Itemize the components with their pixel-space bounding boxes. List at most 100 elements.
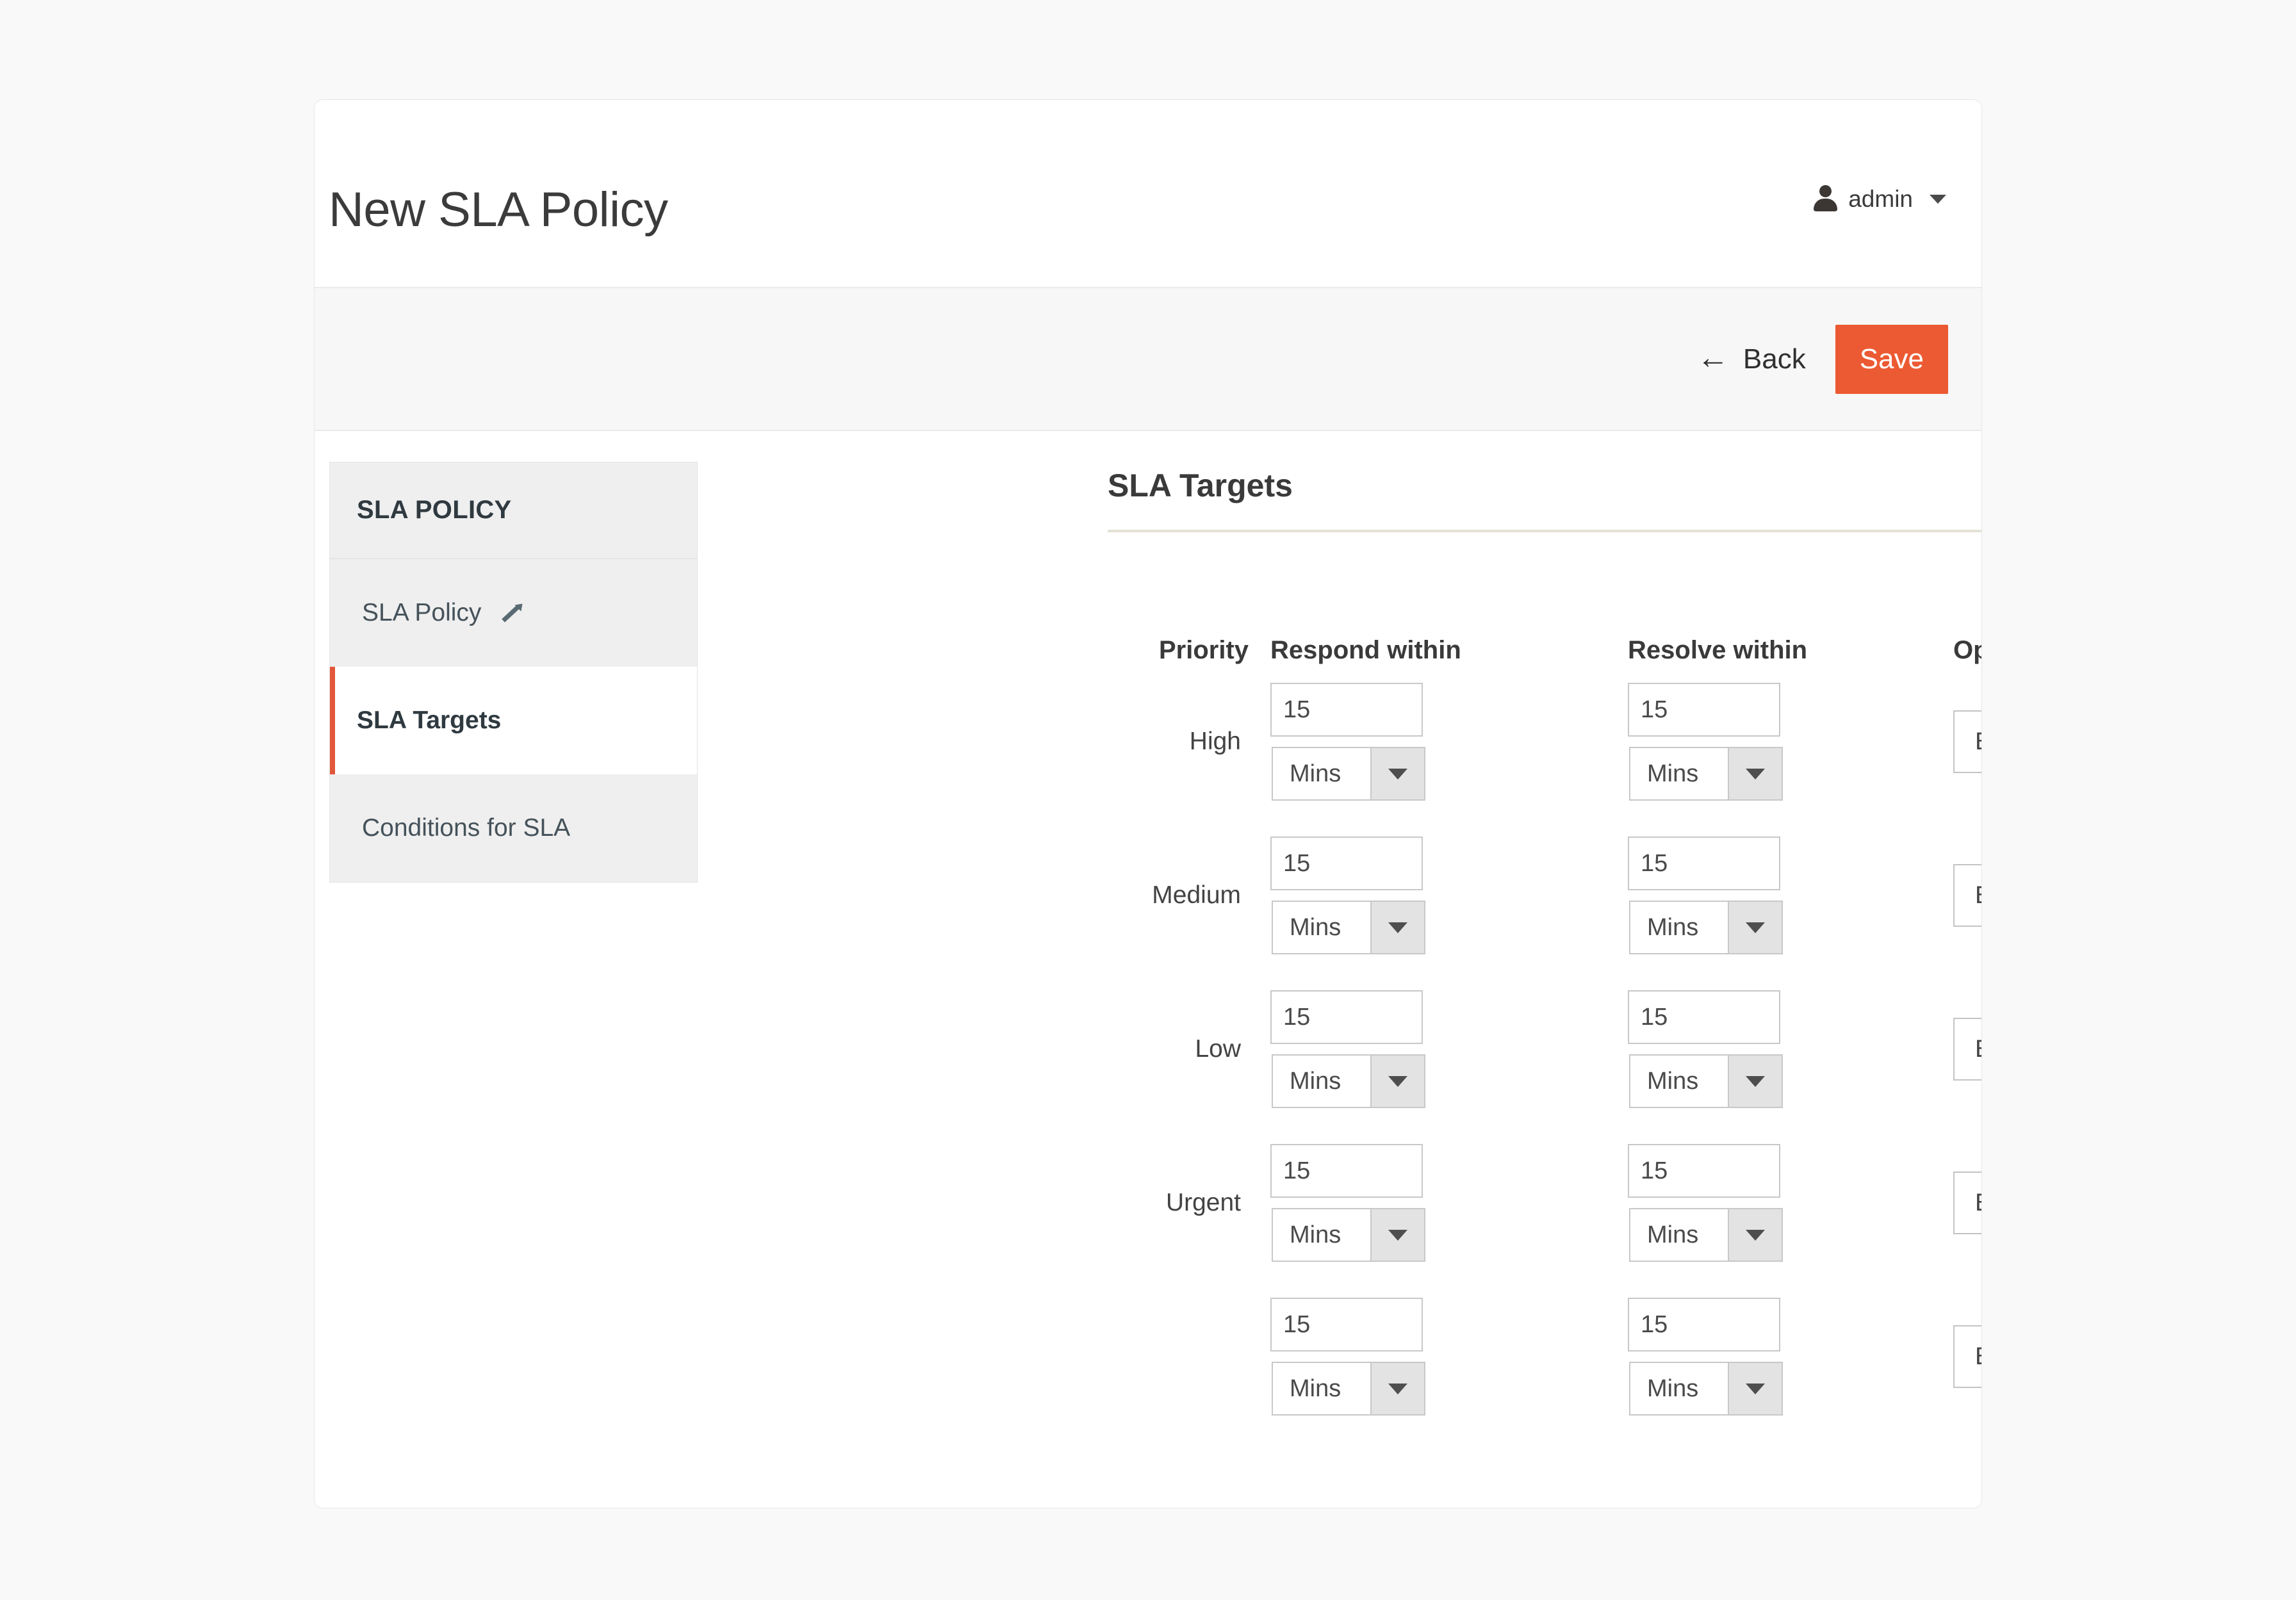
section-title: SLA Targets xyxy=(1108,468,1293,503)
sidebar-nav: SLA POLICY SLA Policy SLA Targets Condit… xyxy=(329,462,698,883)
column-header-priority: Priority xyxy=(1158,636,1249,664)
operational-hrs-cell: Business xyxy=(1942,1171,1981,1234)
resolve-unit-select[interactable]: Mins xyxy=(1629,1054,1783,1108)
table-header-row: Priority Respond within Resolve within O… xyxy=(1108,636,1981,665)
chevron-down-icon xyxy=(1746,1075,1765,1087)
arrow-left-icon: ← xyxy=(1696,339,1729,375)
resolve-unit-value: Mins xyxy=(1647,1067,1699,1095)
resolve-within-cell: Mins xyxy=(1596,990,1942,1108)
table-row: High Mins Mins xyxy=(1108,665,1981,819)
pencil-icon[interactable] xyxy=(498,601,521,624)
dropdown-button[interactable] xyxy=(1370,1056,1424,1107)
column-header-resolve-within: Resolve within xyxy=(1628,636,1808,664)
sidebar-item-label: SLA Policy xyxy=(362,599,482,626)
sidebar-item-label: Conditions for SLA xyxy=(362,814,571,842)
operational-hours-value: Business xyxy=(1955,1327,1981,1387)
page-title: New SLA Policy xyxy=(329,183,668,237)
respond-unit-value: Mins xyxy=(1290,760,1341,787)
user-menu[interactable]: admin xyxy=(1812,185,1946,213)
resolve-unit-value: Mins xyxy=(1647,1221,1699,1248)
resolve-unit-select[interactable]: Mins xyxy=(1629,1208,1783,1262)
dropdown-button[interactable] xyxy=(1370,1209,1424,1261)
respond-within-cell: Mins xyxy=(1256,683,1596,801)
resolve-unit-value: Mins xyxy=(1647,760,1699,787)
resolve-within-cell: Mins xyxy=(1596,1144,1942,1262)
dropdown-button[interactable] xyxy=(1728,1363,1782,1414)
sidebar-item-conditions-for-sla[interactable]: Conditions for SLA xyxy=(330,774,697,882)
operational-hours-value: Business xyxy=(1955,1173,1981,1233)
dropdown-button[interactable] xyxy=(1370,748,1424,799)
chevron-down-icon xyxy=(1746,768,1765,780)
resolve-within-cell: Mins xyxy=(1596,837,1942,954)
priority-label: Medium xyxy=(1152,881,1241,909)
operational-hours-value: Business xyxy=(1955,712,1981,772)
respond-unit-value: Mins xyxy=(1290,1067,1341,1095)
table-row: Urgent Mins Mins xyxy=(1108,1126,1981,1280)
card-body: SLA POLICY SLA Policy SLA Targets Condit… xyxy=(315,431,1981,1507)
respond-unit-select[interactable]: Mins xyxy=(1272,747,1425,801)
operational-hours-select[interactable]: Business xyxy=(1953,1018,1981,1081)
resolve-unit-select[interactable]: Mins xyxy=(1629,747,1783,801)
operational-hours-select[interactable]: Business xyxy=(1953,710,1981,773)
person-icon xyxy=(1812,185,1838,213)
operational-hrs-cell: Business xyxy=(1942,864,1981,927)
chevron-down-icon xyxy=(1388,1383,1407,1394)
respond-unit-select[interactable]: Mins xyxy=(1272,1054,1425,1108)
respond-unit-value: Mins xyxy=(1290,913,1341,941)
resolve-unit-value: Mins xyxy=(1647,1375,1699,1402)
respond-unit-select[interactable]: Mins xyxy=(1272,1362,1425,1416)
sidebar-title: SLA POLICY xyxy=(330,462,697,559)
respond-unit-select[interactable]: Mins xyxy=(1272,901,1425,954)
respond-value-input[interactable] xyxy=(1270,837,1423,890)
respond-value-input[interactable] xyxy=(1270,1144,1423,1198)
resolve-value-input[interactable] xyxy=(1628,990,1780,1044)
operational-hours-select[interactable]: Business xyxy=(1953,1171,1981,1234)
operational-hours-select[interactable]: Business xyxy=(1953,864,1981,927)
operational-hrs-cell: Business xyxy=(1942,710,1981,773)
column-header-operational-hrs: Operational Hrs xyxy=(1953,636,1981,664)
dropdown-button[interactable] xyxy=(1728,902,1782,953)
section-divider xyxy=(1108,530,1981,532)
table-row: Medium Mins Mins xyxy=(1108,819,1981,972)
operational-hours-select[interactable]: Business xyxy=(1953,1325,1981,1388)
chevron-down-icon xyxy=(1746,1383,1765,1394)
dropdown-button[interactable] xyxy=(1728,1056,1782,1107)
resolve-unit-value: Mins xyxy=(1647,913,1699,941)
resolve-value-input[interactable] xyxy=(1628,1298,1780,1351)
resolve-value-input[interactable] xyxy=(1628,1144,1780,1198)
priority-label: Urgent xyxy=(1165,1189,1241,1216)
dropdown-button[interactable] xyxy=(1728,748,1782,799)
sidebar-item-sla-targets[interactable]: SLA Targets xyxy=(330,667,697,774)
priority-label: High xyxy=(1189,728,1241,755)
resolve-value-input[interactable] xyxy=(1628,683,1780,737)
chevron-down-icon xyxy=(1388,922,1407,933)
dropdown-button[interactable] xyxy=(1728,1209,1782,1261)
action-toolbar: ← Back Save xyxy=(315,287,1981,431)
back-button[interactable]: ← Back xyxy=(1696,339,1806,375)
respond-unit-value: Mins xyxy=(1290,1375,1341,1402)
operational-hrs-cell: Business xyxy=(1942,1325,1981,1388)
resolve-within-cell: Mins xyxy=(1596,683,1942,801)
operational-hours-value: Business xyxy=(1955,865,1981,926)
resolve-unit-select[interactable]: Mins xyxy=(1629,1362,1783,1416)
respond-value-input[interactable] xyxy=(1270,683,1423,737)
column-header-respond-within: Respond within xyxy=(1270,636,1461,664)
card-header: New SLA Policy admin xyxy=(315,100,1981,287)
operational-hours-value: Business xyxy=(1955,1019,1981,1079)
respond-value-input[interactable] xyxy=(1270,990,1423,1044)
sla-targets-table: Priority Respond within Resolve within O… xyxy=(1108,636,1981,1433)
chevron-down-icon xyxy=(1746,1229,1765,1241)
dropdown-button[interactable] xyxy=(1370,1363,1424,1414)
chevron-down-icon xyxy=(1388,1229,1407,1241)
chevron-down-icon xyxy=(1388,1075,1407,1087)
respond-unit-select[interactable]: Mins xyxy=(1272,1208,1425,1262)
resolve-value-input[interactable] xyxy=(1628,837,1780,890)
respond-value-input[interactable] xyxy=(1270,1298,1423,1351)
dropdown-button[interactable] xyxy=(1370,902,1424,953)
sidebar-item-sla-policy[interactable]: SLA Policy xyxy=(330,559,697,667)
save-button[interactable]: Save xyxy=(1835,324,1948,394)
sla-policy-card: New SLA Policy admin ← Back Save SLA POL… xyxy=(314,99,1982,1508)
resolve-within-cell: Mins xyxy=(1596,1298,1942,1416)
resolve-unit-select[interactable]: Mins xyxy=(1629,901,1783,954)
back-button-label: Back xyxy=(1742,343,1806,375)
